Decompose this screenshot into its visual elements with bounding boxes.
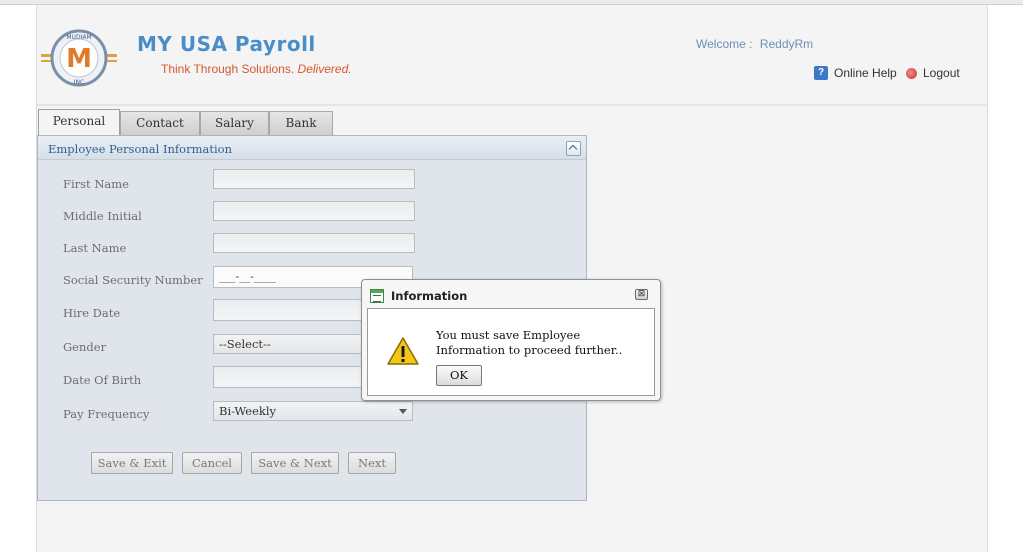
online-help-label: Online Help xyxy=(834,66,897,80)
logout-icon xyxy=(906,67,917,79)
hire-date-label: Hire Date xyxy=(63,306,121,320)
tagline-main: Think Through Solutions. xyxy=(161,62,295,76)
chevron-down-icon xyxy=(399,409,407,414)
dialog-body: You must save Employee Information to pr… xyxy=(367,308,655,396)
logout-label: Logout xyxy=(923,66,960,80)
logout-link[interactable]: Logout xyxy=(906,66,960,80)
tab-salary[interactable]: Salary xyxy=(200,111,269,135)
tagline-emphasis: Delivered. xyxy=(297,62,352,76)
svg-text:M: M xyxy=(66,44,92,74)
information-dialog: Information ⊠ You must save Employee Inf… xyxy=(361,279,661,401)
pay-frequency-label: Pay Frequency xyxy=(63,407,150,421)
info-window-icon xyxy=(370,289,384,303)
middle-initial-label: Middle Initial xyxy=(63,209,142,223)
date-of-birth-label: Date Of Birth xyxy=(63,373,142,387)
dialog-title: Information xyxy=(391,289,468,303)
gender-label: Gender xyxy=(63,340,107,354)
pay-frequency-value: Bi-Weekly xyxy=(219,404,277,418)
welcome-text: Welcome : ReddyRm xyxy=(696,37,813,51)
last-name-label: Last Name xyxy=(63,241,127,255)
close-icon[interactable]: ⊠ xyxy=(635,289,648,300)
tab-contact[interactable]: Contact xyxy=(120,111,200,135)
welcome-label: Welcome : xyxy=(696,37,753,51)
svg-text:INC: INC xyxy=(74,79,84,86)
chevron-up-icon[interactable] xyxy=(566,141,581,156)
panel-header: Employee Personal Information xyxy=(38,136,586,160)
dialog-header[interactable]: Information ⊠ xyxy=(362,280,660,308)
warning-icon xyxy=(387,337,419,365)
next-button[interactable]: Next xyxy=(348,452,396,474)
pay-frequency-select[interactable]: Bi-Weekly xyxy=(213,401,413,421)
username: ReddyRm xyxy=(759,37,814,51)
ssn-label: Social Security Number xyxy=(63,273,203,287)
first-name-input[interactable] xyxy=(213,169,415,189)
tagline: Think Through Solutions. Delivered. xyxy=(161,62,352,76)
middle-initial-input[interactable] xyxy=(213,201,415,221)
app-title: MY USA Payroll xyxy=(137,32,316,56)
tab-personal[interactable]: Personal xyxy=(38,109,120,135)
tab-bank[interactable]: Bank xyxy=(269,111,333,135)
ok-button[interactable]: OK xyxy=(436,365,482,386)
panel-title: Employee Personal Information xyxy=(48,142,232,156)
first-name-label: First Name xyxy=(63,177,129,191)
help-icon: ? xyxy=(814,66,828,80)
last-name-input[interactable] xyxy=(213,233,415,253)
dialog-message: You must save Employee Information to pr… xyxy=(436,328,623,357)
save-exit-button[interactable]: Save & Exit xyxy=(91,452,173,474)
save-next-button[interactable]: Save & Next xyxy=(251,452,339,474)
gender-select-value: --Select-- xyxy=(219,337,271,351)
cancel-button[interactable]: Cancel xyxy=(182,452,242,474)
mudiam-logo-icon: M MUDIAM INC xyxy=(41,29,117,87)
online-help-link[interactable]: ? Online Help xyxy=(814,66,897,80)
svg-text:MUDIAM: MUDIAM xyxy=(66,34,91,41)
